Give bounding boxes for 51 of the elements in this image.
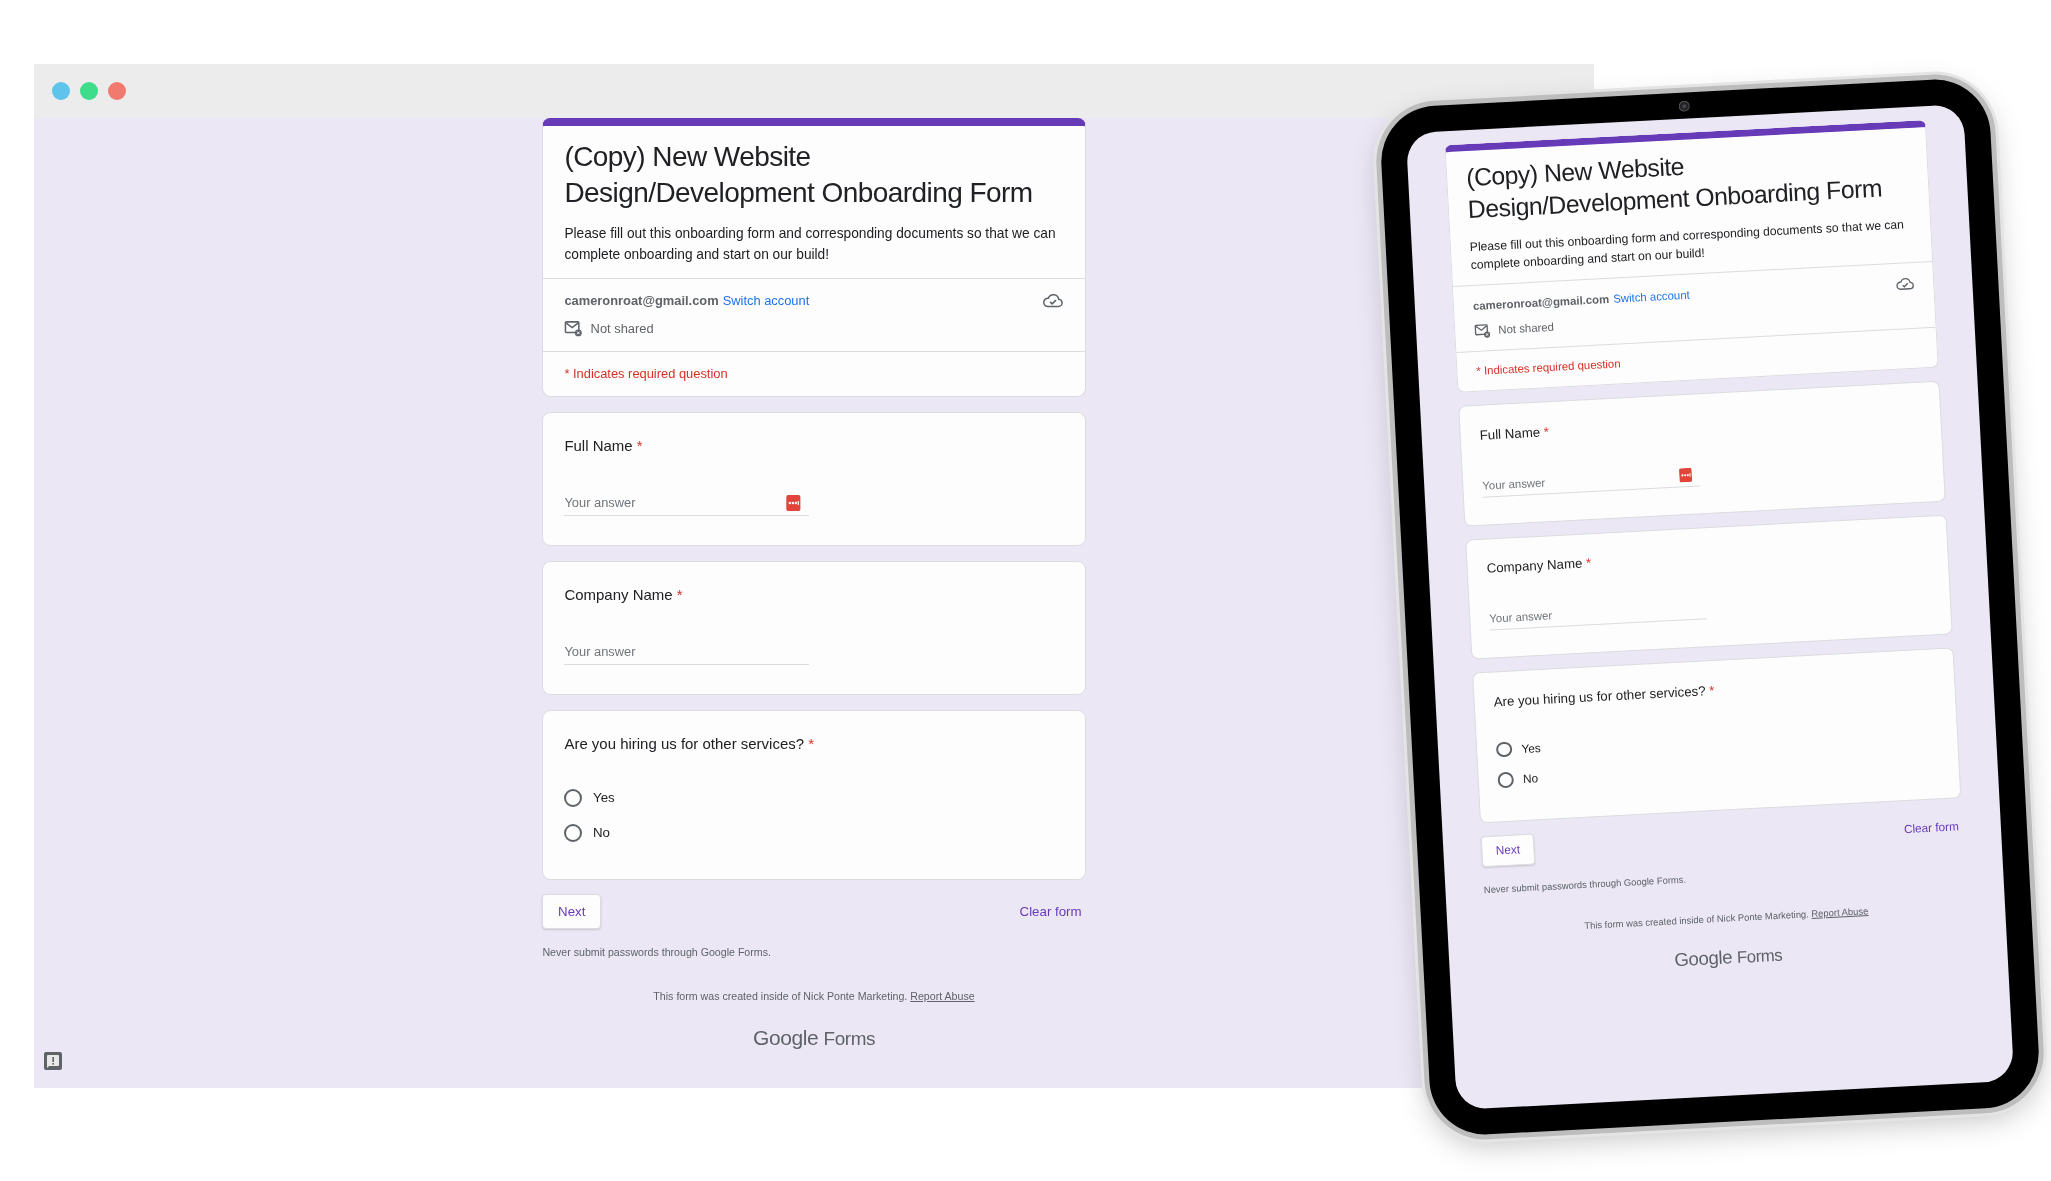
option-label: Yes bbox=[1521, 739, 1542, 757]
required-asterisk: * bbox=[1585, 555, 1592, 571]
cloud-check-icon bbox=[1041, 291, 1064, 310]
google-forms-logo: Google Forms bbox=[752, 1026, 875, 1050]
answer-field[interactable]: Your answer bbox=[1488, 597, 1700, 630]
question-label: Are you hiring us for other services? bbox=[564, 735, 805, 752]
form-description: Please fill out this onboarding form and corresponding documents so that we can complete onboarding and start on our build! bbox=[564, 224, 1057, 264]
next-button[interactable]: Next bbox=[542, 894, 601, 930]
next-button[interactable]: Next bbox=[1481, 833, 1535, 868]
report-abuse-link[interactable]: Report Abuse bbox=[1811, 905, 1869, 920]
clear-form-button[interactable]: Clear form bbox=[1015, 895, 1086, 929]
mail-off-icon bbox=[1473, 322, 1491, 340]
radio-button[interactable] bbox=[564, 789, 583, 808]
password-warning: Never submit passwords through Google Forms. bbox=[542, 945, 772, 961]
answer-field[interactable]: Your answer bbox=[564, 639, 801, 664]
answer-field[interactable]: Your answer bbox=[564, 490, 781, 515]
form-title: (Copy) New Website Design/Development Onboarding Form bbox=[564, 139, 1034, 210]
required-asterisk: * bbox=[676, 586, 683, 604]
account-email: cameronroat@gmail.com bbox=[1472, 291, 1610, 314]
required-asterisk: * bbox=[808, 735, 815, 752]
option-label: No bbox=[593, 823, 610, 842]
mail-off-icon bbox=[564, 319, 583, 338]
report-abuse-link[interactable]: Report Abuse bbox=[910, 990, 975, 1003]
question-label: Company Name bbox=[564, 586, 673, 604]
clear-form-button[interactable]: Clear form bbox=[1899, 811, 1964, 845]
option-label: No bbox=[1522, 770, 1539, 788]
radio-button[interactable] bbox=[564, 823, 583, 842]
password-warning: Never submit passwords through Google Forms. bbox=[1483, 872, 1688, 898]
sharing-status: Not shared bbox=[1497, 319, 1555, 338]
question-label: Company Name bbox=[1486, 556, 1583, 576]
question-label: Are you hiring us for other services? bbox=[1493, 682, 1706, 709]
footer-note: This form was created inside of Nick Ponte Marketing. Report Abuse bbox=[653, 990, 975, 1003]
google-forms-logo: Google Forms bbox=[1673, 944, 1783, 970]
switch-account-link[interactable]: Switch account bbox=[1612, 286, 1691, 308]
required-asterisk: * bbox=[1708, 682, 1715, 698]
question-label: Full Name bbox=[564, 437, 633, 455]
option-label: Yes bbox=[593, 789, 615, 808]
sharing-status: Not shared bbox=[590, 319, 654, 338]
required-note: * Indicates required question bbox=[1475, 356, 1622, 379]
switch-account-link[interactable]: Switch account bbox=[722, 291, 810, 311]
required-asterisk: * bbox=[1543, 424, 1550, 440]
radio-button[interactable] bbox=[1497, 771, 1515, 789]
question-label: Full Name bbox=[1479, 424, 1541, 443]
required-note: * Indicates required question bbox=[564, 365, 729, 384]
account-email: cameronroat@gmail.com bbox=[564, 292, 719, 311]
camera-icon bbox=[1678, 100, 1691, 112]
answer-field[interactable]: Your answer bbox=[1481, 465, 1675, 497]
radio-button[interactable] bbox=[1495, 741, 1513, 758]
feedback-icon bbox=[44, 1052, 62, 1070]
required-asterisk: * bbox=[636, 437, 643, 455]
footer-note: This form was created inside of Nick Ponte Marketing. Report Abuse bbox=[1584, 905, 1869, 932]
